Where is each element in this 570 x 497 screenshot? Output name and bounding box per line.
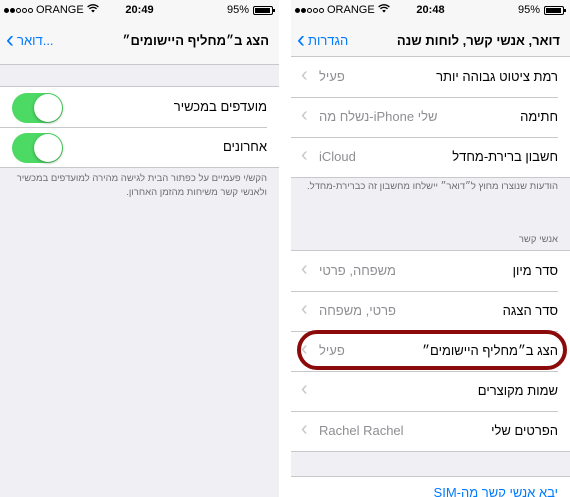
navigation-bar: ‹ דואר... הצג ב״מחליף היישומים״ — [0, 20, 279, 65]
back-button[interactable]: ‹ דואר... — [6, 26, 54, 53]
toggle-knob — [34, 94, 62, 122]
row-short-names[interactable]: שמות מקוצרים ‹ — [291, 371, 570, 411]
battery-indicator: 95% — [517, 4, 566, 16]
back-label: דואר... — [17, 32, 54, 48]
row-my-info[interactable]: הפרטים שלי Rachel Rachel ‹ — [291, 411, 570, 451]
status-bar: ORANGE 20:48 95% — [291, 0, 570, 20]
chevron-left-icon: ‹ — [301, 298, 308, 320]
settings-screen-app-switcher: ORANGE 20:49 95% ‹ דואר... הצג ב״מחליף ה… — [0, 0, 279, 497]
row-label: מועדפים במכשיר — [173, 99, 267, 114]
chevron-left-icon: ‹ — [301, 258, 308, 280]
contacts-section-header: אנשי קשר — [518, 234, 558, 245]
row-value: משפחה, פרטי — [319, 263, 396, 278]
row-signature[interactable]: חתימה נשלח מה-iPhone שלי ‹ — [291, 97, 570, 137]
row-label: סדר מיון — [512, 263, 558, 278]
battery-percent: 95% — [517, 4, 540, 16]
back-button[interactable]: ‹ הגדרות — [297, 26, 349, 53]
row-recents: אחרונים — [0, 127, 279, 167]
row-value: פעיל — [319, 69, 345, 84]
battery-icon — [544, 5, 566, 15]
row-display-order[interactable]: סדר הצגה פרטי, משפחה ‹ — [291, 291, 570, 331]
row-label: חשבון ברירת-מחדל — [452, 149, 558, 164]
row-label: אחרונים — [222, 139, 267, 154]
import-sim-row[interactable]: יבא אנשי קשר מה-SIM — [291, 476, 570, 497]
row-value: iCloud — [319, 149, 356, 164]
row-value: נשלח מה-iPhone שלי — [319, 109, 438, 124]
import-sim-link[interactable]: יבא אנשי קשר מה-SIM — [434, 485, 558, 497]
chevron-left-icon: ‹ — [301, 104, 308, 126]
favorites-toggle[interactable] — [12, 93, 63, 123]
chevron-left-icon: ‹ — [297, 26, 305, 53]
settings-screen-mail-contacts: ORANGE 20:48 95% ‹ הגדרות דואר, אנשי קשר… — [291, 0, 570, 497]
chevron-left-icon: ‹ — [6, 26, 14, 53]
row-label: רמת ציטוט גבוהה יותר — [436, 69, 558, 84]
highlight-annotation — [297, 330, 567, 370]
row-value: Rachel Rachel — [319, 423, 404, 438]
row-device-favorites: מועדפים במכשיר — [0, 87, 279, 127]
row-label: סדר הצגה — [502, 303, 558, 318]
mail-settings-group: רמת ציטוט גבוהה יותר פעיל ‹ חתימה נשלח מ… — [291, 56, 570, 178]
battery-percent: 95% — [226, 4, 249, 16]
row-label: חתימה — [520, 109, 558, 124]
page-title: הצג ב״מחליף היישומים״ — [122, 33, 269, 48]
status-bar: ORANGE 20:49 95% — [0, 0, 279, 20]
chevron-left-icon: ‹ — [301, 144, 308, 166]
chevron-left-icon: ‹ — [301, 418, 308, 440]
row-default-account[interactable]: חשבון ברירת-מחדל iCloud ‹ — [291, 137, 570, 177]
row-quote-level[interactable]: רמת ציטוט גבוהה יותר פעיל ‹ — [291, 57, 570, 97]
row-value: פרטי, משפחה — [319, 303, 396, 318]
recents-toggle[interactable] — [12, 133, 63, 163]
group-footer: הקש/י פעמיים על כפתור הבית לגישה מהירה ל… — [16, 173, 267, 198]
back-label: הגדרות — [308, 32, 349, 48]
row-label: הפרטים שלי — [491, 423, 558, 438]
battery-icon — [253, 5, 275, 15]
toggle-knob — [34, 134, 62, 162]
battery-indicator: 95% — [226, 4, 275, 16]
page-title: דואר, אנשי קשר, לוחות שנה — [396, 33, 560, 48]
row-sort-order[interactable]: סדר מיון משפחה, פרטי ‹ — [291, 251, 570, 291]
chevron-left-icon: ‹ — [301, 64, 308, 86]
chevron-left-icon: ‹ — [301, 378, 308, 400]
toggle-group: מועדפים במכשיר אחרונים — [0, 86, 279, 168]
row-label: שמות מקוצרים — [477, 383, 558, 398]
group-footer: הודעות שנוצרו מחוץ ל״דואר״ יישלחו מחשבון… — [306, 181, 558, 192]
